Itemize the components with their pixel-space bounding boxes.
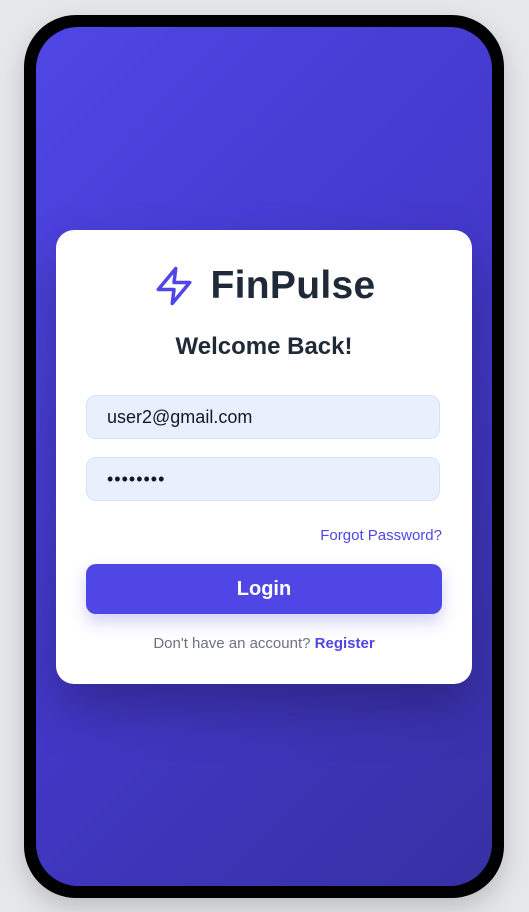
register-prompt: Don't have an account? Register	[56, 635, 472, 652]
login-card: FinPulse Welcome Back! Forgot Password? …	[56, 230, 472, 684]
register-link[interactable]: Register	[315, 635, 375, 652]
welcome-heading: Welcome Back!	[175, 333, 353, 360]
brand-header: FinPulse	[56, 262, 472, 310]
phone-frame: FinPulse Welcome Back! Forgot Password? …	[24, 15, 504, 898]
login-button[interactable]: Login	[86, 564, 442, 614]
lightning-bolt-icon	[153, 265, 195, 307]
email-field[interactable]	[86, 395, 440, 439]
password-field[interactable]	[86, 457, 440, 501]
forgot-password-link[interactable]: Forgot Password?	[320, 527, 442, 544]
brand-name: FinPulse	[210, 264, 376, 307]
app-screen: FinPulse Welcome Back! Forgot Password? …	[36, 27, 492, 886]
no-account-text: Don't have an account?	[153, 635, 315, 652]
